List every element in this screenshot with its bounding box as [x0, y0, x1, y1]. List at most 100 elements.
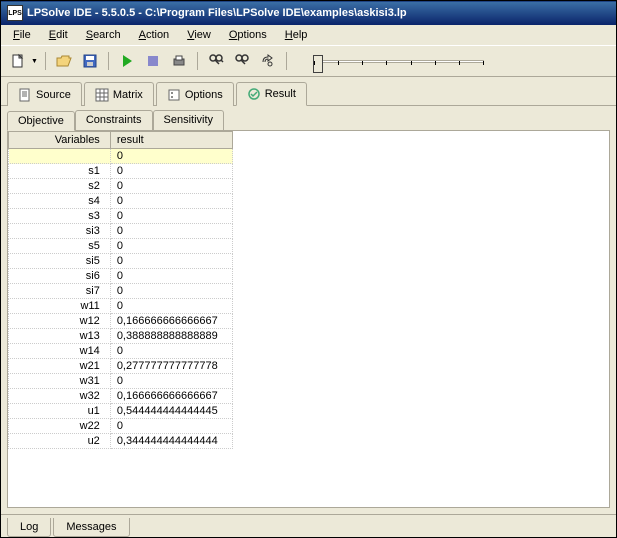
menu-search[interactable]: Search [78, 27, 129, 43]
result-grid[interactable]: Variables result 0s10s20s40s30si30s50si5… [7, 130, 610, 508]
cell-result: 0 [110, 209, 232, 224]
table-row[interactable]: w110 [9, 299, 233, 314]
table-row[interactable]: w130,388888888888889 [9, 329, 233, 344]
tab-result[interactable]: Result [236, 82, 307, 106]
table-row[interactable]: w320,166666666666667 [9, 389, 233, 404]
table-row[interactable]: si70 [9, 284, 233, 299]
cell-variable: w21 [9, 359, 111, 374]
tab-options-label: Options [185, 89, 223, 101]
table-row[interactable]: w120,166666666666667 [9, 314, 233, 329]
col-result[interactable]: result [110, 132, 232, 149]
table-row[interactable]: w220 [9, 419, 233, 434]
table-row[interactable]: si60 [9, 269, 233, 284]
cell-variable: w22 [9, 419, 111, 434]
cell-result: 0 [110, 239, 232, 254]
col-variables[interactable]: Variables [9, 132, 111, 149]
cell-variable: s5 [9, 239, 111, 254]
cell-result: 0,277777777777778 [110, 359, 232, 374]
table-row[interactable]: 0 [9, 149, 233, 164]
tab-matrix[interactable]: Matrix [84, 82, 154, 106]
tab-source[interactable]: Source [7, 82, 82, 106]
cell-result: 0 [110, 194, 232, 209]
result-icon [247, 87, 261, 101]
save-button[interactable] [79, 50, 101, 72]
content-area: Variables result 0s10s20s40s30si30s50si5… [1, 130, 616, 514]
bottom-tabs: Log Messages [1, 514, 616, 537]
cell-result: 0,388888888888889 [110, 329, 232, 344]
cell-variable: u1 [9, 404, 111, 419]
table-row[interactable]: w310 [9, 374, 233, 389]
options-icon [167, 88, 181, 102]
main-tabs: Source Matrix Options Result [1, 77, 616, 106]
cell-variable: si3 [9, 224, 111, 239]
cell-variable: s4 [9, 194, 111, 209]
run-button[interactable] [116, 50, 138, 72]
tab-matrix-label: Matrix [113, 89, 143, 101]
cell-result: 0,344444444444444 [110, 434, 232, 449]
toolbar: ▼ [1, 45, 616, 77]
cell-result: 0 [110, 164, 232, 179]
subtab-objective[interactable]: Objective [7, 111, 75, 131]
find-next-button[interactable] [231, 50, 253, 72]
cell-variable: w14 [9, 344, 111, 359]
menu-action[interactable]: Action [131, 27, 178, 43]
app-icon: LPS [7, 5, 23, 21]
tab-source-label: Source [36, 89, 71, 101]
table-row[interactable]: w210,277777777777778 [9, 359, 233, 374]
source-icon [18, 88, 32, 102]
cell-result: 0,544444444444445 [110, 404, 232, 419]
cell-result: 0 [110, 344, 232, 359]
table-row[interactable]: si50 [9, 254, 233, 269]
cell-variable: w11 [9, 299, 111, 314]
menubar: File Edit Search Action View Options Hel… [1, 25, 616, 45]
new-button[interactable] [7, 50, 29, 72]
menu-help[interactable]: Help [277, 27, 316, 43]
table-row[interactable]: u10,544444444444445 [9, 404, 233, 419]
cell-result: 0 [110, 254, 232, 269]
table-row[interactable]: s20 [9, 179, 233, 194]
printer-button[interactable] [168, 50, 190, 72]
menu-view[interactable]: View [179, 27, 219, 43]
cell-result: 0 [110, 419, 232, 434]
table-row[interactable]: w140 [9, 344, 233, 359]
titlebar: LPS LPSolve IDE - 5.5.0.5 - C:\Program F… [1, 1, 616, 25]
cell-variable [9, 149, 111, 164]
cell-result: 0 [110, 284, 232, 299]
subtab-sensitivity[interactable]: Sensitivity [153, 110, 225, 130]
sub-tabs: Objective Constraints Sensitivity [1, 106, 616, 130]
new-dropdown-icon[interactable]: ▼ [31, 58, 38, 65]
stop-button[interactable] [142, 50, 164, 72]
btab-log[interactable]: Log [7, 518, 51, 537]
cell-result: 0 [110, 374, 232, 389]
menu-edit[interactable]: Edit [41, 27, 76, 43]
cell-result: 0 [110, 269, 232, 284]
table-row[interactable]: u20,344444444444444 [9, 434, 233, 449]
table-row[interactable]: s30 [9, 209, 233, 224]
cell-result: 0,166666666666667 [110, 314, 232, 329]
find-button[interactable] [205, 50, 227, 72]
window-title: LPSolve IDE - 5.5.0.5 - C:\Program Files… [27, 7, 407, 19]
replace-button[interactable] [257, 50, 279, 72]
table-row[interactable]: s50 [9, 239, 233, 254]
btab-messages[interactable]: Messages [53, 518, 129, 537]
table-row[interactable]: s40 [9, 194, 233, 209]
menu-options[interactable]: Options [221, 27, 275, 43]
cell-result: 0 [110, 299, 232, 314]
open-button[interactable] [53, 50, 75, 72]
zoom-slider[interactable] [314, 51, 610, 71]
cell-result: 0 [110, 179, 232, 194]
cell-variable: w31 [9, 374, 111, 389]
cell-variable: si5 [9, 254, 111, 269]
cell-variable: w32 [9, 389, 111, 404]
cell-result: 0 [110, 149, 232, 164]
menu-file[interactable]: File [5, 27, 39, 43]
subtab-constraints[interactable]: Constraints [75, 110, 153, 130]
cell-variable: si7 [9, 284, 111, 299]
cell-result: 0 [110, 224, 232, 239]
tab-options[interactable]: Options [156, 82, 234, 106]
table-row[interactable]: s10 [9, 164, 233, 179]
matrix-icon [95, 88, 109, 102]
table-row[interactable]: si30 [9, 224, 233, 239]
cell-variable: w12 [9, 314, 111, 329]
cell-variable: s1 [9, 164, 111, 179]
